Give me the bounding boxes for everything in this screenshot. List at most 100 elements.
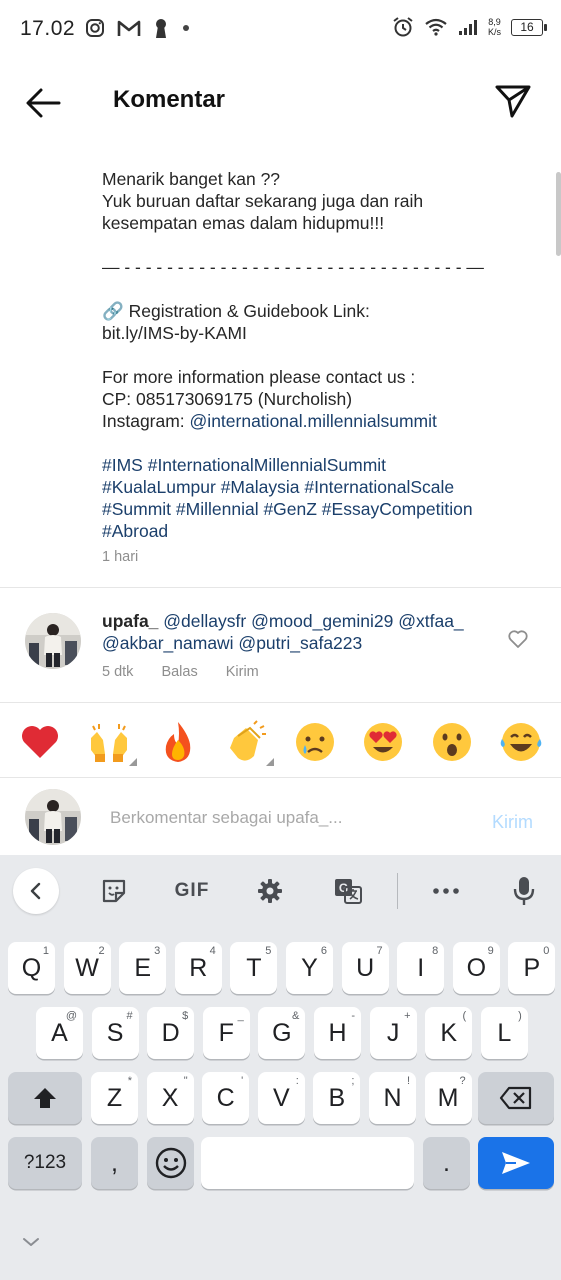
instagram-mention-link[interactable]: @international.millennialsummit — [190, 411, 437, 431]
emoji-open-mouth-button[interactable] — [426, 716, 478, 768]
sticker-button[interactable] — [91, 868, 137, 914]
signal-icon — [458, 20, 477, 35]
key-backspace[interactable] — [478, 1072, 554, 1124]
hashtag-line[interactable]: #Abroad — [102, 520, 522, 542]
key-h[interactable]: -H — [314, 1007, 361, 1059]
hashtag-line[interactable]: #Summit #Millennial #GenZ #EssayCompetit… — [102, 498, 522, 520]
key-f[interactable]: _ F — [202, 1007, 250, 1059]
key-shift[interactable] — [8, 1072, 82, 1124]
caption-line: kesempatan emas dalam hidupmu!!! — [102, 213, 385, 233]
heart-outline-icon[interactable] — [507, 628, 529, 650]
key-symbols[interactable]: ?123 — [8, 1137, 82, 1189]
key-k[interactable]: (K — [425, 1007, 473, 1059]
key-hint: 6 — [320, 945, 327, 957]
key-comma[interactable]: , — [91, 1137, 138, 1189]
caption-line — [102, 278, 522, 300]
reply-button[interactable]: Balas — [161, 664, 197, 680]
key-send[interactable] — [478, 1137, 554, 1189]
key-n[interactable]: ! N — [369, 1072, 416, 1124]
key-label: I — [417, 953, 425, 982]
gif-label: GIF — [174, 880, 210, 901]
emoji-raising-hands-button[interactable] — [83, 716, 137, 768]
translate-button[interactable]: G — [325, 868, 371, 914]
key-emoji[interactable] — [147, 1137, 194, 1189]
smiley-icon — [155, 1147, 186, 1179]
key-z[interactable]: * Z — [91, 1072, 138, 1124]
comment-mentions[interactable]: @akbar_namawi @putri_safa223 — [102, 632, 492, 654]
key-r[interactable]: 4R — [174, 942, 222, 994]
key-label: A — [51, 1018, 68, 1047]
key-hint: - — [351, 1010, 355, 1022]
heart-emoji-icon — [22, 726, 59, 758]
emoji-fire-button[interactable] — [152, 716, 204, 768]
key-j[interactable]: + J — [369, 1007, 417, 1059]
voice-input-button[interactable] — [501, 868, 547, 914]
key-label: R — [189, 953, 208, 982]
key-i[interactable]: 8I — [397, 942, 445, 994]
post-comment-button[interactable]: Kirim — [492, 812, 533, 833]
net-speed: 8,9 K/s — [487, 17, 501, 37]
key-label: O — [466, 953, 487, 982]
key-hint: ' — [241, 1075, 244, 1087]
emoji-heart-eyes-button[interactable] — [357, 716, 409, 768]
key-hint: + — [404, 1010, 411, 1022]
status-time: 17.02 — [20, 17, 76, 40]
key-l[interactable]: ) L — [480, 1007, 528, 1059]
chevron-down-icon[interactable] — [21, 1235, 41, 1249]
key-g[interactable]: & G — [258, 1007, 306, 1059]
key-label: H — [328, 1018, 347, 1047]
emoji-tears-of-joy-button[interactable] — [495, 716, 547, 768]
key-v[interactable]: :V — [257, 1072, 305, 1124]
send-comment-button[interactable]: Kirim — [226, 664, 259, 680]
shift-arrow-icon — [34, 1088, 56, 1108]
key-c[interactable]: ' C — [202, 1072, 250, 1124]
key-o[interactable]: 9O — [452, 942, 500, 994]
key-a[interactable]: @ A — [36, 1007, 83, 1059]
emoji-crying-button[interactable] — [289, 716, 341, 768]
key-hint: 3 — [154, 945, 161, 957]
hashtag-line[interactable]: #KualaLumpur #Malaysia #InternationalSca… — [102, 476, 522, 498]
scrollbar[interactable] — [556, 172, 561, 256]
key-d[interactable]: $ D — [147, 1007, 195, 1059]
back-arrow-icon[interactable] — [22, 82, 64, 124]
caption-line: Yuk buruan daftar sekarang juga dan raih — [102, 191, 424, 211]
comment-mentions[interactable]: @dellaysfr @mood_gemini29 @xtfaa_ — [163, 611, 463, 631]
key-s[interactable]: # S — [91, 1007, 139, 1059]
gmail-icon — [117, 20, 141, 36]
hashtag-line[interactable]: #IMS #InternationalMillennialSummit — [102, 454, 522, 476]
key-hint: " — [183, 1075, 188, 1087]
key-w[interactable]: 2W — [63, 942, 111, 994]
key-label: C — [216, 1083, 235, 1112]
key-t[interactable]: 5T — [230, 942, 278, 994]
key-m[interactable]: ? M — [424, 1072, 472, 1124]
avatar[interactable] — [25, 613, 81, 669]
key-x[interactable]: " X — [146, 1072, 194, 1124]
emoji-clapping-button[interactable] — [220, 716, 275, 768]
emoji-heart-button[interactable] — [14, 716, 66, 768]
microphone-icon — [513, 877, 535, 905]
heart-eyes-emoji-icon — [364, 723, 403, 761]
key-space[interactable] — [201, 1137, 414, 1189]
caption-line: bit.ly/IMS-by-KAMI — [102, 323, 247, 343]
key-period[interactable]: . — [423, 1137, 470, 1189]
comment-username[interactable]: upafa_ — [102, 611, 158, 631]
key-y[interactable]: 6Y — [286, 942, 333, 994]
avatar — [25, 789, 81, 845]
key-q[interactable]: 1Q — [8, 942, 55, 994]
key-u[interactable]: 7U — [341, 942, 389, 994]
comment-input[interactable] — [110, 806, 470, 830]
send-icon[interactable] — [493, 80, 533, 120]
key-hint: 8 — [432, 945, 439, 957]
divider — [0, 702, 561, 703]
key-label: X — [161, 1083, 179, 1112]
crying-face-emoji-icon — [295, 723, 334, 761]
key-e[interactable]: 3E — [119, 942, 167, 994]
more-options-button[interactable] — [423, 868, 469, 914]
key-p[interactable]: 0P — [508, 942, 556, 994]
comment-timestamp: 5 dtk — [102, 664, 134, 680]
keyboard-settings-button[interactable] — [247, 868, 293, 914]
key-b[interactable]: ; B — [313, 1072, 361, 1124]
gif-button[interactable]: GIF — [169, 868, 215, 914]
battery-icon: 16 — [511, 18, 547, 36]
keyboard-back-button[interactable] — [13, 868, 59, 914]
